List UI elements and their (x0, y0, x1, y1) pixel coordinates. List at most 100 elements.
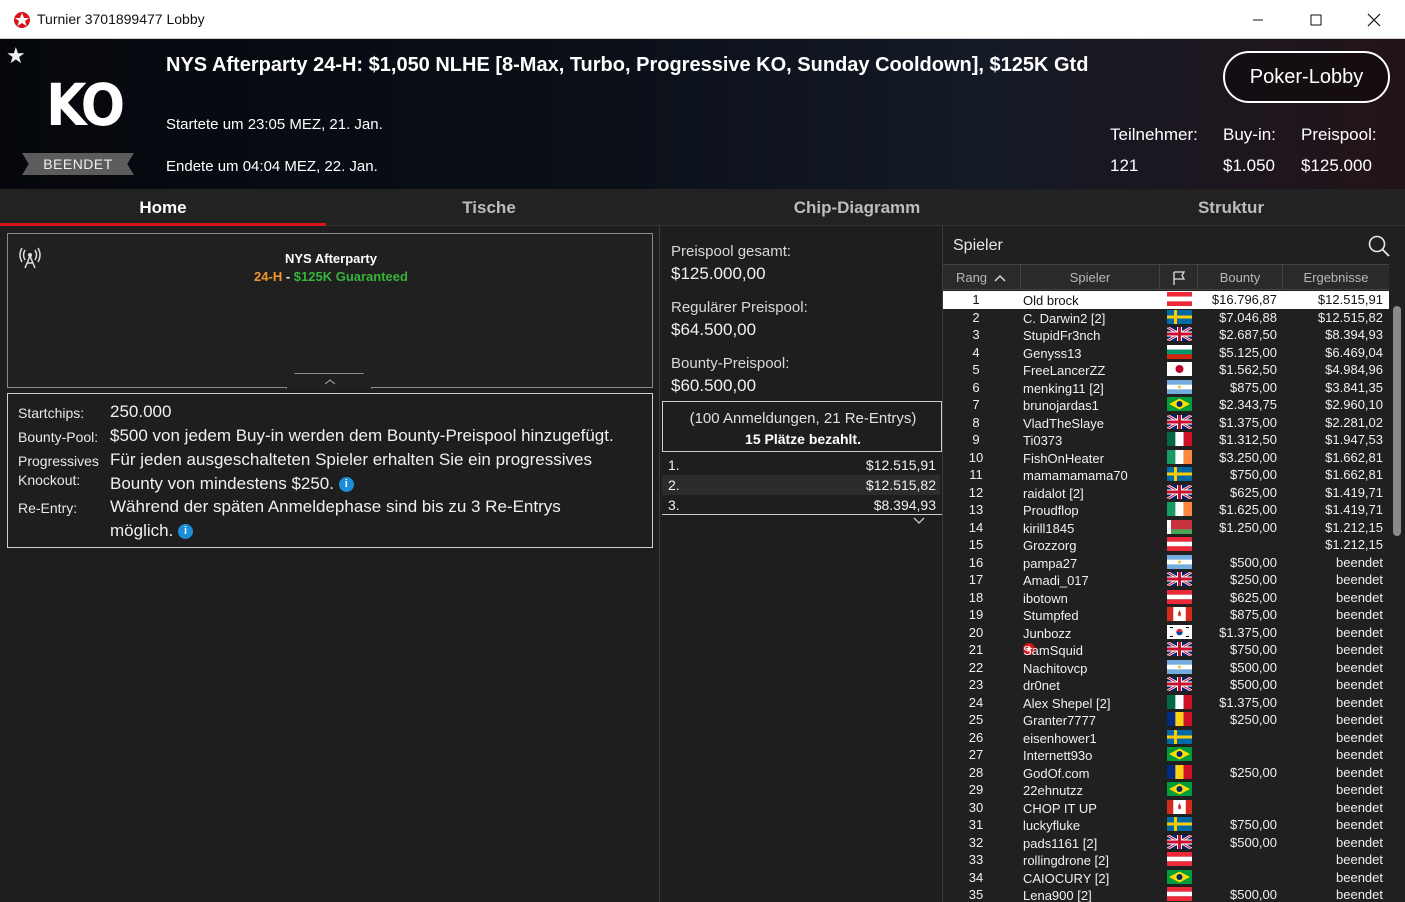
maximize-icon (1310, 14, 1322, 25)
player-row[interactable]: 32 pads1161 [2] $500,00 beendet (943, 833, 1389, 852)
registrations-box: (100 Anmeldungen, 21 Re-Entrys) 15 Plätz… (662, 401, 942, 452)
player-bounty: $1.312,50 (1219, 432, 1277, 447)
player-rank: 32 (968, 834, 984, 850)
player-name-text: ibotown (1023, 590, 1068, 606)
player-row[interactable]: 16 pampa27 $500,00 beendet (943, 554, 1389, 572)
player-name-text: SamSquid (1023, 643, 1083, 658)
startchips-value: 250.000 (110, 402, 172, 421)
tab-structure[interactable]: Struktur (1068, 189, 1394, 226)
player-row[interactable]: 17 Amadi_017 $250,00 beendet (943, 570, 1389, 589)
reentry-value-text: möglich. (110, 521, 174, 540)
player-rank: 34 (968, 869, 984, 885)
collapse-banner-button[interactable] (286, 373, 372, 389)
players-scrollbar[interactable] (1389, 291, 1405, 902)
column-rank[interactable]: Rang (943, 265, 1021, 290)
tab-home[interactable]: Home (0, 189, 326, 226)
player-result: $4.984,96 (1325, 362, 1383, 377)
player-row[interactable]: 5 FreeLancerZZ $1.562,50 $4.984,96 (943, 361, 1389, 379)
player-row[interactable]: 29 22ehnutzz beendet (943, 781, 1389, 799)
search-icon[interactable] (1367, 234, 1391, 258)
player-row[interactable]: 28 GodOf.com $250,00 beendet (943, 764, 1389, 782)
player-search-label: Spieler (953, 237, 1003, 254)
player-row[interactable]: 22 Nachitovcp $500,00 beendet (943, 659, 1389, 677)
player-rank: 31 (968, 817, 984, 832)
player-row[interactable]: 2 C. Darwin2 [2] $7.046,88 $12.515,82 (943, 309, 1389, 327)
country-flag-icon (1167, 362, 1192, 376)
country-flag-icon (1167, 887, 1192, 901)
player-row[interactable]: 15 Grozzorg $1.212,15 (943, 536, 1389, 554)
column-results[interactable]: Ergebnisse (1283, 265, 1389, 290)
player-result: $2.960,10 (1325, 397, 1383, 412)
player-row[interactable]: 7 brunojardas1 $2.343,75 $2.960,10 (943, 396, 1389, 414)
player-row[interactable]: 34 CAIOCURY [2] beendet (943, 869, 1389, 887)
player-row[interactable]: 21 ★ SamSquid $750,00 beendet (943, 640, 1389, 659)
player-row[interactable]: 27 Internett93o beendet (943, 746, 1389, 764)
player-row[interactable]: 12 raidalot [2] $625,00 $1.419,71 (943, 483, 1389, 502)
player-row[interactable]: 23 dr0net $500,00 beendet (943, 675, 1389, 694)
column-player[interactable]: Spieler (1021, 265, 1160, 290)
poker-lobby-button[interactable]: Poker-Lobby (1223, 51, 1390, 103)
player-result: $12.515,91 (1317, 292, 1383, 307)
player-row[interactable]: 14 kirill1845 $1.250,00 $1.212,15 (943, 519, 1389, 537)
player-name-text: Grozzorg (1023, 538, 1077, 553)
players-panel: Spieler Rang Spieler Bounty Ergebnisse 1… (942, 226, 1405, 902)
info-icon[interactable]: i (178, 524, 194, 539)
player-rank: 1 (972, 292, 980, 307)
pko-value-line1: Für jeden ausgeschalteten Spieler erhalt… (110, 450, 592, 469)
player-row[interactable]: 24 Alex Shepel [2] $1.375,00 beendet (943, 694, 1389, 712)
player-row[interactable]: 9 Ti0373 $1.312,50 $1.947,53 (943, 431, 1389, 449)
player-name-text: Genyss13 (1023, 345, 1082, 361)
star-icon[interactable]: ★ (6, 43, 26, 69)
chevron-down-icon[interactable] (912, 516, 926, 526)
country-flag-icon (1166, 570, 1193, 588)
player-result: beendet (1336, 887, 1383, 902)
info-icon[interactable]: i (338, 477, 354, 492)
player-result: beendet (1336, 782, 1383, 797)
player-bounty: $2.343,75 (1219, 397, 1277, 412)
player-row[interactable]: 26 eisenhower1 beendet (943, 729, 1389, 747)
player-row[interactable]: 25 Granter7777 $250,00 beendet (943, 711, 1389, 729)
column-bounty[interactable]: Bounty (1198, 265, 1283, 290)
player-bounty: $750,00 (1230, 642, 1277, 657)
status-badge: BEENDET (22, 153, 134, 175)
player-row[interactable]: 11 mamamamama70 $750,00 $1.662,81 (943, 466, 1389, 484)
country-flag-icon (1167, 852, 1192, 866)
column-rank-label: Rang (955, 270, 988, 285)
close-button[interactable] (1345, 0, 1403, 39)
player-name-text: CHOP IT UP (1023, 800, 1097, 816)
player-row[interactable]: 1 Old brock $16.796,87 $12.515,91 (943, 291, 1389, 309)
scrollbar-thumb[interactable] (1393, 306, 1401, 536)
payout-amount: $8.394,93 (873, 497, 936, 513)
player-row[interactable]: 3 StupidFr3nch $2.687,50 $8.394,93 (943, 325, 1389, 344)
player-row[interactable]: 6 menking11 [2] $875,00 $3.841,35 (943, 379, 1389, 397)
payout-row: 2. $12.515,82 (662, 475, 940, 495)
player-row[interactable]: 4 Genyss13 $5.125,00 $6.469,04 (943, 344, 1389, 362)
player-row[interactable]: 13 Proudflop $1.625,00 $1.419,71 (943, 501, 1389, 519)
player-result: beendet (1336, 764, 1383, 780)
player-row[interactable]: 35 Lena900 [2] $500,00 beendet (943, 886, 1389, 902)
player-row[interactable]: 33 rollingdrone [2] beendet (943, 851, 1389, 869)
player-bounty: $1.375,00 (1219, 694, 1277, 710)
country-flag-icon (1167, 607, 1192, 621)
player-row[interactable]: 18 ibotown $625,00 beendet (943, 589, 1389, 607)
player-row[interactable]: 10 FishOnHeater $3.250,00 $1.662,81 (943, 449, 1389, 467)
minimize-button[interactable] (1229, 0, 1287, 39)
player-row[interactable]: 19 Stumpfed $875,00 beendet (943, 606, 1389, 624)
player-row[interactable]: 8 VladTheSlaye $1.375,00 $2.281,02 (943, 413, 1389, 432)
column-flag[interactable] (1160, 265, 1198, 290)
player-result: beendet (1336, 659, 1383, 675)
title-bar: Turnier 3701899477 Lobby (0, 0, 1405, 39)
tab-chip-chart[interactable]: Chip-Diagramm (694, 189, 1020, 226)
player-search[interactable]: Spieler (943, 230, 1405, 262)
player-result: beendet (1336, 554, 1383, 570)
player-result: beendet (1336, 817, 1383, 832)
maximize-button[interactable] (1287, 0, 1345, 39)
player-bounty: $750,00 (1230, 467, 1277, 482)
player-row[interactable]: 20 Junbozz $1.375,00 beendet (943, 624, 1389, 642)
player-row[interactable]: 31 luckyfluke $750,00 beendet (943, 816, 1389, 834)
tab-tables[interactable]: Tische (326, 189, 652, 226)
player-bounty: $7.046,88 (1219, 309, 1277, 325)
player-row[interactable]: 30 CHOP IT UP beendet (943, 799, 1389, 817)
player-rank: 30 (968, 799, 984, 815)
player-result: beendet (1336, 589, 1383, 605)
